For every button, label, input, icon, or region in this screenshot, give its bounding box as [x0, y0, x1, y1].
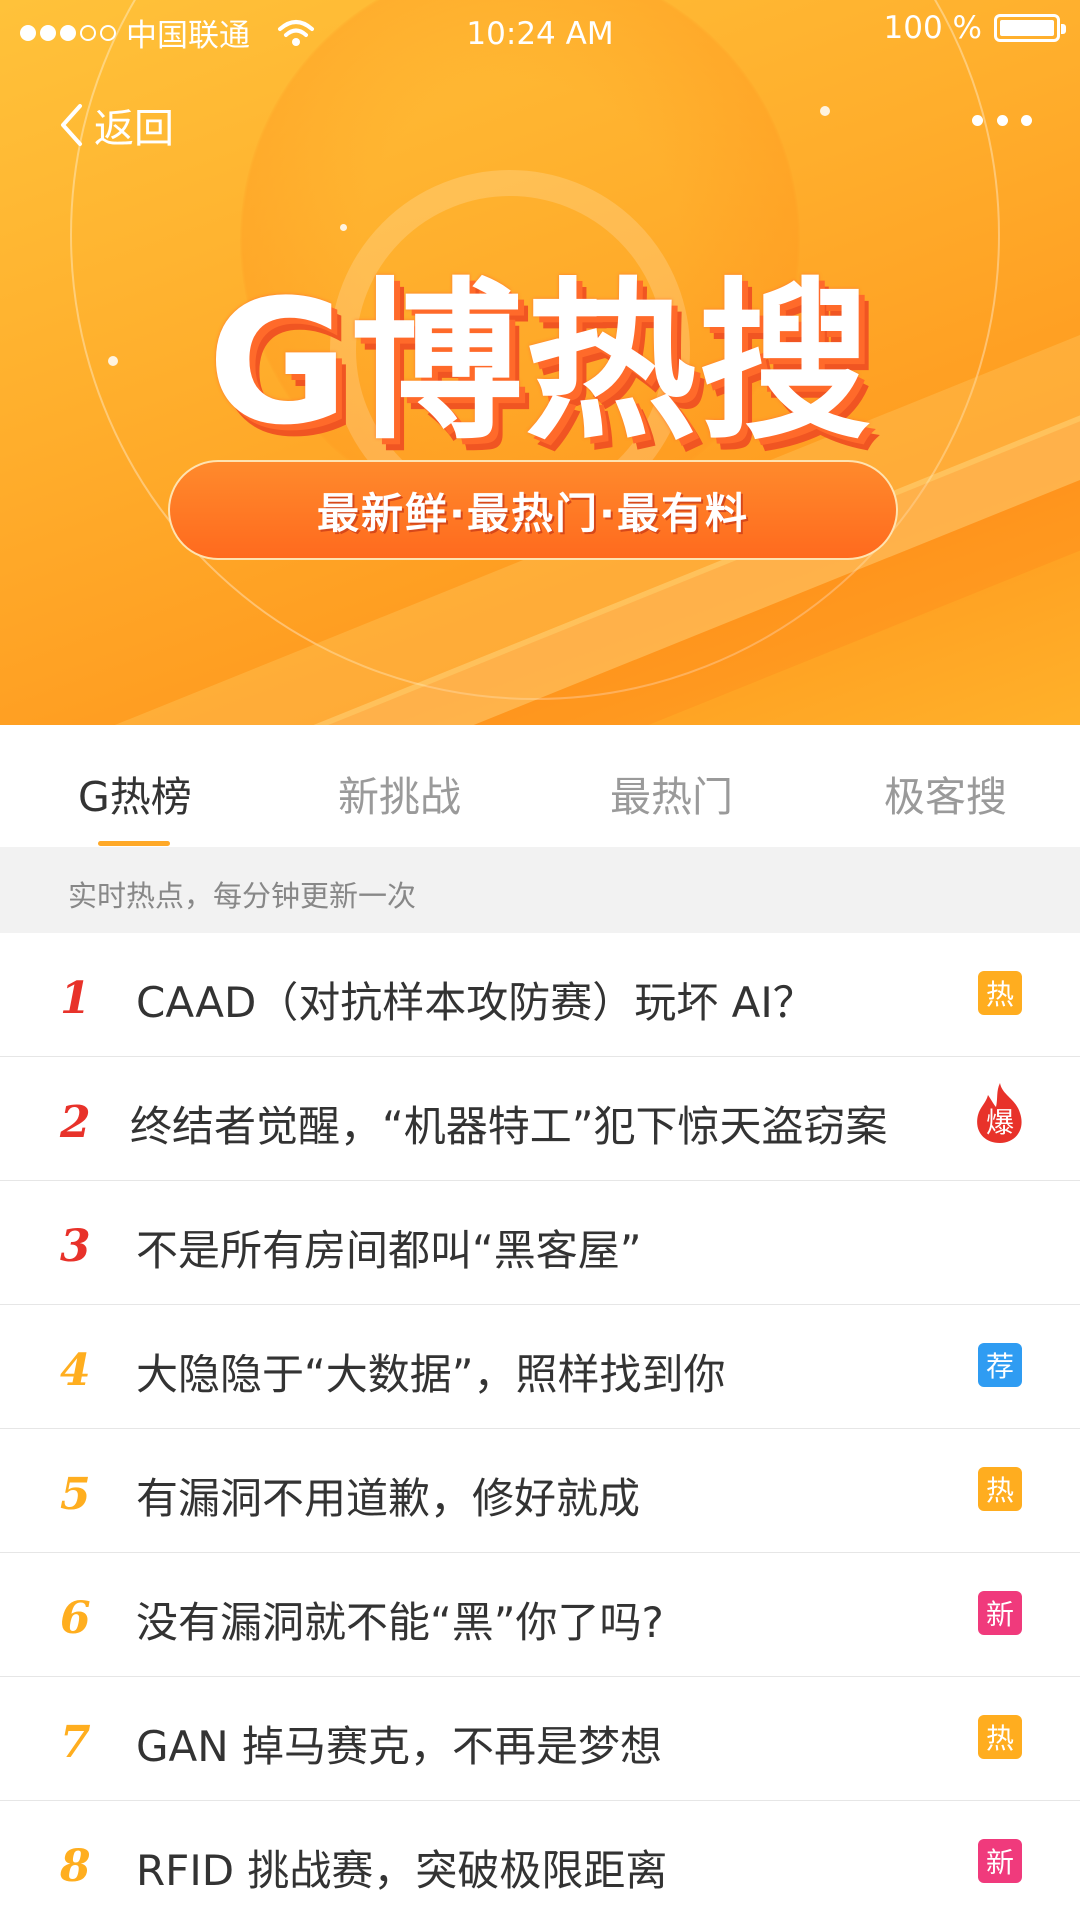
tab-g-hot-list[interactable]: G热榜: [78, 763, 192, 823]
tab-bar: G热榜 新挑战 最热门 极客搜: [0, 725, 1080, 847]
new-badge: 新: [978, 1591, 1022, 1635]
hot-search-list: 1 CAAD（对抗样本攻防赛）玩坏 AI？ 热 2 终结者觉醒，“机器特工”犯下…: [0, 933, 1080, 1920]
more-dot-icon: [996, 114, 1008, 126]
status-bar: 中国联通 10:24 AM 100 %: [0, 0, 1080, 60]
banner-slogan: 最新鲜·最热门·最有料: [168, 460, 898, 560]
list-item[interactable]: 7 GAN 掉马赛克，不再是梦想 热: [0, 1677, 1080, 1801]
active-tab-indicator: [98, 841, 170, 846]
list-item[interactable]: 3 不是所有房间都叫“黑客屋”: [0, 1181, 1080, 1305]
tab-new-challenge[interactable]: 新挑战: [338, 763, 461, 823]
list-item[interactable]: 5 有漏洞不用道歉，修好就成 热: [0, 1429, 1080, 1553]
banner-title: G博热搜: [207, 262, 873, 463]
more-dot-icon: [1021, 114, 1032, 126]
explode-badge-label: 爆: [985, 1106, 1014, 1139]
hot-badge: 热: [978, 1715, 1022, 1759]
more-options-button[interactable]: [972, 104, 1032, 136]
topic-title: 大隐隐于“大数据”，照样找到你: [136, 1350, 726, 1399]
new-badge: 新: [978, 1839, 1022, 1883]
more-dot-icon: [972, 114, 983, 126]
rank-number: 2: [60, 1097, 91, 1148]
tab-geek-search[interactable]: 极客搜: [884, 763, 1007, 823]
rank-number: 7: [60, 1717, 91, 1768]
banner-dot-decoration: [820, 106, 830, 116]
list-subheader: 实时热点，每分钟更新一次: [0, 847, 1080, 933]
battery-icon: [994, 14, 1066, 42]
back-button[interactable]: 返回: [58, 96, 174, 154]
list-item[interactable]: 6 没有漏洞就不能“黑”你了吗? 新: [0, 1553, 1080, 1677]
topic-title: 终结者觉醒，“机器特工”犯下惊天盗窃案: [130, 1102, 888, 1151]
subheader-text: 实时热点，每分钟更新一次: [68, 879, 417, 913]
rank-number: 5: [60, 1469, 91, 1520]
status-right: 100 %: [883, 10, 1066, 46]
battery-percent: 100 %: [883, 10, 982, 46]
slogan-text: 最新鲜·最热门·最有料: [317, 488, 749, 538]
hot-badge: 热: [978, 1467, 1022, 1511]
rank-number: 6: [60, 1593, 91, 1644]
tab-most-popular[interactable]: 最热门: [610, 763, 733, 823]
topic-title: 有漏洞不用道歉，修好就成: [136, 1474, 641, 1523]
explode-fire-icon: 爆: [972, 1081, 1028, 1145]
rank-number: 3: [60, 1221, 91, 1272]
rank-number: 1: [60, 973, 91, 1024]
topic-title: CAAD（对抗样本攻防赛）玩坏 AI？: [136, 978, 815, 1027]
topic-title: 不是所有房间都叫“黑客屋”: [136, 1226, 642, 1275]
list-item[interactable]: 4 大隐隐于“大数据”，照样找到你 荐: [0, 1305, 1080, 1429]
rank-number: 4: [60, 1345, 91, 1396]
list-item[interactable]: 8 RFID 挑战赛，突破极限距离 新: [0, 1801, 1080, 1920]
hot-badge: 热: [978, 971, 1022, 1015]
chevron-left-icon: [61, 104, 82, 146]
back-label: 返回: [94, 106, 174, 152]
list-item[interactable]: 2 终结者觉醒，“机器特工”犯下惊天盗窃案 爆: [0, 1057, 1080, 1181]
banner: 中国联通 10:24 AM 100 % 返回 G博热搜 最新鲜·最热门·最有料: [0, 0, 1080, 725]
recommend-badge: 荐: [978, 1343, 1022, 1387]
topic-title: RFID 挑战赛，突破极限距离: [136, 1846, 668, 1895]
topic-title: GAN 掉马赛克，不再是梦想: [136, 1722, 663, 1771]
rank-number: 8: [60, 1841, 91, 1892]
list-item[interactable]: 1 CAAD（对抗样本攻防赛）玩坏 AI？ 热: [0, 933, 1080, 1057]
topic-title: 没有漏洞就不能“黑”你了吗?: [136, 1598, 664, 1647]
